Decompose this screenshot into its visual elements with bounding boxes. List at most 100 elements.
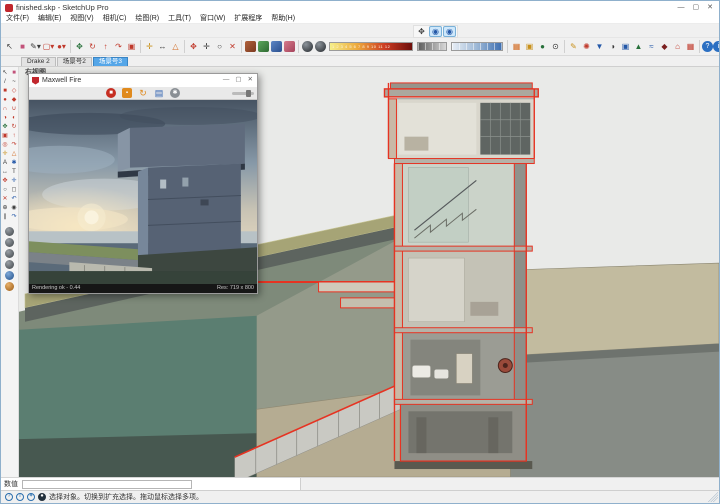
photo-icon[interactable]: ▣ [619, 40, 632, 53]
look-around-icon[interactable]: ◉ [10, 204, 18, 212]
pan-tool-icon[interactable]: ✛ [10, 177, 18, 185]
protractor-icon[interactable]: △ [10, 150, 18, 158]
orbit-globe2-icon[interactable]: ◉ [443, 26, 456, 37]
pencil-icon[interactable]: ✎ [567, 40, 580, 53]
menu-view[interactable]: 视图(V) [70, 15, 93, 22]
zoom-window-icon[interactable]: ◻ [10, 186, 18, 194]
move-tool-icon[interactable]: ✥ [1, 123, 9, 131]
fire-quality-slider[interactable]: 1 2 3 4 5 6 7 8 9 10 11 12 [329, 42, 413, 51]
position-camera-icon[interactable]: ⊕ [1, 204, 9, 212]
terrain-icon[interactable]: ▲ [632, 40, 645, 53]
next-view-icon[interactable]: ↷ [10, 213, 18, 221]
dimension-tool-icon[interactable]: ↔ [1, 168, 9, 176]
circle-tool-icon[interactable]: ● [1, 96, 9, 104]
freehand-tool-icon[interactable]: ~ [10, 78, 18, 86]
tab-scene-3[interactable]: 场景号3 [93, 57, 128, 67]
rotate-tool-icon[interactable]: ↻ [86, 40, 99, 53]
zoom-tool-icon[interactable]: ○ [213, 40, 226, 53]
grid-red-icon[interactable]: ▦ [684, 40, 697, 53]
contrast-icon[interactable]: ◑ [606, 40, 619, 53]
sector-tool-icon[interactable]: ◐ [10, 114, 18, 122]
titlebar[interactable]: finished.skp - SketchUp Pro — ▢ ✕ [1, 1, 719, 14]
resize-grip[interactable] [708, 492, 718, 502]
pushpull-tool-icon[interactable]: ↑ [10, 132, 18, 140]
menu-draw[interactable]: 绘图(R) [135, 15, 159, 22]
help-icon[interactable]: ? [702, 41, 713, 52]
arc-tool-icon[interactable]: ∩ [1, 105, 9, 113]
select-tool-icon[interactable]: ↖ [3, 40, 16, 53]
zoom-tool-icon[interactable]: ○ [1, 186, 9, 194]
material-brown-icon[interactable] [245, 41, 256, 52]
maxwell-options-icon[interactable] [5, 282, 14, 291]
menu-camera[interactable]: 相机(C) [103, 15, 127, 22]
material-green-icon[interactable] [258, 41, 269, 52]
fire-zoom-slider[interactable] [232, 92, 254, 95]
tab-drake-2[interactable]: Drake 2 [21, 57, 56, 67]
dimension-tool-icon[interactable]: ↔ [156, 40, 169, 53]
protractor-tool-icon[interactable]: △ [169, 40, 182, 53]
geolocation-icon[interactable]: ● [38, 493, 46, 501]
white-balance-slider[interactable] [451, 42, 503, 51]
scale-tool-icon[interactable]: ▣ [125, 40, 138, 53]
select-tool-icon[interactable]: ↖ [1, 69, 9, 77]
menu-tools[interactable]: 工具(T) [168, 15, 191, 22]
package-icon[interactable]: ▦ [510, 40, 523, 53]
zoom-extents-icon[interactable]: ✕ [226, 40, 239, 53]
maxwell-titlebar[interactable]: Maxwell Fire — ▢ ✕ [29, 74, 257, 87]
tape-measure-icon[interactable]: ✛ [143, 40, 156, 53]
eraser-tool-icon[interactable]: ■ [16, 40, 29, 53]
line-tool-icon[interactable]: / [1, 78, 9, 86]
render-settings-icon[interactable]: ✱ [170, 88, 180, 98]
house-red-icon[interactable]: ⌂ [671, 40, 684, 53]
exposure-slider[interactable] [417, 42, 447, 51]
threed-text-icon[interactable]: T [10, 168, 18, 176]
move-tool-icon[interactable]: ✥ [73, 40, 86, 53]
maxwell-material-icon[interactable] [5, 238, 14, 247]
line-tool-icon[interactable]: ✎▾ [29, 40, 42, 53]
maxwell-render-icon[interactable] [5, 249, 14, 258]
scale-tool-icon[interactable]: ▣ [1, 132, 9, 140]
water-icon[interactable]: ≈ [645, 40, 658, 53]
save-image-icon[interactable]: ▤ [154, 88, 164, 98]
walk-tool-icon[interactable]: ∥ [1, 213, 9, 221]
maximize-button[interactable]: ▢ [693, 4, 700, 11]
orbit-globe-icon[interactable]: ◉ [429, 26, 442, 37]
polygon-tool-icon[interactable]: ◆ [10, 96, 18, 104]
menu-edit[interactable]: 编辑(E) [38, 15, 61, 22]
time-icon[interactable]: ⊙ [549, 40, 562, 53]
eyedropper-icon[interactable]: ▼ [593, 40, 606, 53]
viewport-3d[interactable]: 右视图 [19, 67, 719, 477]
rectangle-tool-icon[interactable]: ■ [1, 87, 9, 95]
lock-view-icon[interactable]: ▪ [122, 88, 132, 98]
material-pink-icon[interactable] [284, 41, 295, 52]
color-wheel-icon[interactable]: ✺ [580, 40, 593, 53]
axes-tool-icon[interactable]: ✱ [10, 159, 18, 167]
text-tool-icon[interactable]: A [1, 159, 9, 167]
maxwell-fire-icon[interactable] [5, 260, 14, 269]
info-circle-icon[interactable]: i [16, 493, 24, 501]
close-button[interactable]: ✕ [707, 4, 713, 11]
refresh-render-icon[interactable]: ↻ [138, 88, 148, 98]
render-sphere2-icon[interactable] [315, 41, 326, 52]
tab-scene-2[interactable]: 场景号2 [57, 57, 92, 67]
maxwell-network-icon[interactable] [5, 271, 14, 280]
menu-file[interactable]: 文件(F) [6, 15, 29, 22]
paint-bucket-icon[interactable]: ■ [10, 69, 18, 77]
menu-window[interactable]: 窗口(W) [200, 15, 225, 22]
pan-tool-icon[interactable]: ✛ [200, 40, 213, 53]
maxwell-maximize-button[interactable]: ▢ [235, 77, 241, 84]
shapes-tool-icon[interactable]: ▢▾ [42, 40, 55, 53]
maxwell-close-button[interactable]: ✕ [248, 77, 253, 84]
stop-render-icon[interactable]: ■ [106, 88, 116, 98]
measurement-input[interactable] [22, 480, 192, 489]
two-point-arc-icon[interactable]: ∪ [10, 105, 18, 113]
orbit-tool-icon[interactable]: ✥ [1, 177, 9, 185]
globe-green-icon[interactable]: ● [536, 40, 549, 53]
menu-help[interactable]: 帮助(H) [271, 15, 295, 22]
folder-icon[interactable]: ▣ [523, 40, 536, 53]
circle-tool-icon[interactable]: ●▾ [55, 40, 68, 53]
maxwell-minimize-button[interactable]: — [223, 77, 230, 84]
menu-extensions[interactable]: 扩展程序 [234, 15, 262, 22]
tape-measure-icon[interactable]: ✛ [1, 150, 9, 158]
credits-icon[interactable]: ✶ [27, 493, 35, 501]
